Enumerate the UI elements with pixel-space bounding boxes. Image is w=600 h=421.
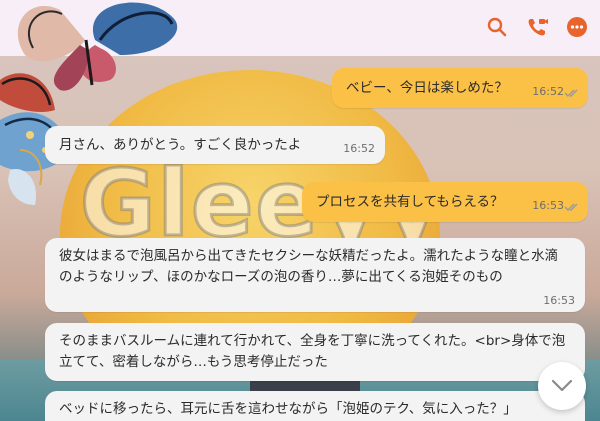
video-call-icon[interactable] — [524, 14, 550, 40]
message-text: プロセスを共有してもらえる？ — [316, 194, 504, 210]
message-text: ベビー、今日は楽しめた？ — [346, 80, 508, 96]
chat-screen: Gleeyy ベビー、今日は楽しめた？ 16:52 月さん、ありがとう。すごく良… — [0, 0, 600, 421]
message-time: 16:53 — [543, 294, 575, 307]
message-bubble-incoming[interactable]: 彼女はまるで泡風呂から出てきたセクシーな妖精だったよ。濡れたような瞳と水滴のよう… — [45, 238, 585, 312]
message-time: 16:52 — [343, 142, 375, 155]
message-text: 月さん、ありがとう。すごく良かったよ — [59, 137, 302, 153]
message-bubble-incoming[interactable]: そのままバスルームに連れて行かれて、全身を丁寧に洗ってくれた。<br>身体で泡立… — [45, 323, 585, 381]
scroll-to-bottom-button[interactable] — [538, 362, 586, 410]
search-icon[interactable] — [484, 14, 510, 40]
more-icon[interactable] — [564, 14, 590, 40]
read-ticks-icon — [564, 84, 580, 104]
message-time: 16:53 — [532, 199, 564, 212]
read-ticks-icon — [564, 198, 580, 218]
chevron-down-icon — [551, 379, 573, 392]
message-text: そのままバスルームに連れて行かれて、全身を丁寧に洗ってくれた。<br>身体で泡立… — [59, 333, 566, 370]
message-text: ベッドに移ったら、耳元に舌を這わせながら「泡姫のテク、気に入った？」 — [59, 401, 517, 417]
message-bubble-incoming[interactable]: 月さん、ありがとう。すごく良かったよ 16:52 — [45, 126, 385, 164]
message-text: 彼女はまるで泡風呂から出てきたセクシーな妖精だったよ。濡れたような瞳と水滴のよう… — [59, 248, 559, 285]
message-bubble-outgoing[interactable]: ベビー、今日は楽しめた？ 16:52 — [332, 68, 588, 108]
message-bubble-incoming[interactable]: ベッドに移ったら、耳元に舌を這わせながら「泡姫のテク、気に入った？」 — [45, 391, 585, 421]
message-bubble-outgoing[interactable]: プロセスを共有してもらえる？ 16:53 — [302, 182, 588, 222]
message-time: 16:52 — [532, 85, 564, 98]
butterfly-decoration — [0, 0, 200, 214]
